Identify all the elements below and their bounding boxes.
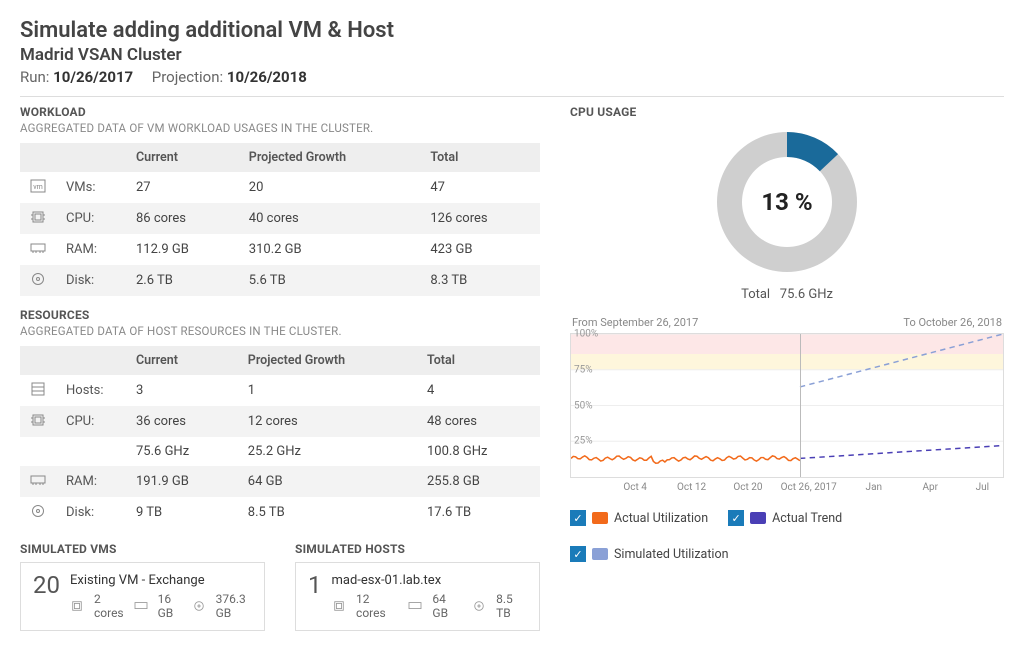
sim-host-title: mad-esx-01.lab.tex [332,573,528,588]
table-row: RAM: 191.9 GB 64 GB 255.8 GB [20,466,540,497]
run-value: 10/26/2017 [53,68,133,86]
legend-label: Actual Utilization [614,511,708,526]
svg-text:vm: vm [33,183,43,191]
legend-label: Actual Trend [772,511,842,526]
cpu-percent-label: 13 % [712,127,862,277]
vm-icon: vm [30,179,46,193]
sim-host-count: 1 [308,573,322,597]
legend-checkbox[interactable]: ✓ [728,510,744,526]
utilization-chart: 25%50%75%100% [570,333,1004,478]
legend-checkbox[interactable]: ✓ [570,546,586,562]
cpu-icon [70,599,84,613]
row-label: RAM: [56,466,126,497]
col-total: Total [420,143,540,172]
table-row: vm VMs: 27 20 47 [20,172,540,203]
sim-vm-specs: 2 cores 16 GB 376.3 GB [70,592,252,620]
col-current: Current [126,346,238,375]
table-row: CPU: 36 cores 12 cores 48 cores [20,406,540,437]
chart-x-axis: Oct 4Oct 12Oct 20Oct 26, 2017JanAprJul [570,482,1004,496]
sim-vm-card[interactable]: 20 Existing VM - Exchange 2 cores 16 GB … [20,562,265,631]
ram-icon [30,241,46,255]
sim-host-card[interactable]: 1 mad-esx-01.lab.tex 12 cores 64 GB 8.5 … [295,562,540,631]
legend-checkbox[interactable]: ✓ [570,510,586,526]
col-total: Total [417,346,540,375]
cpu-icon [30,413,46,427]
cpu-total-value: 75.6 GHz [780,287,833,302]
ram-icon [408,599,423,613]
workload-heading: WORKLOAD [20,105,540,119]
table-row: Hosts: 3 1 4 [20,375,540,406]
row-label: CPU: [56,406,126,437]
run-label: Run: [20,68,49,86]
ram-icon [134,599,148,613]
page-header: Simulate adding additional VM & Host Mad… [20,18,1004,86]
table-row: Disk: 2.6 TB 5.6 TB 8.3 TB [20,265,540,296]
legend-item[interactable]: ✓ Actual Trend [728,510,842,526]
cpu-total-label: Total [741,287,770,302]
table-row: 75.6 GHz 25.2 GHz 100.8 GHz [20,437,540,466]
legend-swatch [750,512,766,524]
divider [20,96,1004,97]
resources-subheading: AGGREGATED DATA OF HOST RESOURCES IN THE… [20,324,540,338]
cluster-name: Madrid VSAN Cluster [20,45,1004,65]
cpu-usage-heading: CPU USAGE [570,105,1004,119]
chart-to-label: To October 26, 2018 [903,316,1002,329]
row-label: CPU: [56,203,126,234]
cpu-icon [30,210,46,224]
table-row: CPU: 86 cores 40 cores 126 cores [20,203,540,234]
row-label: Disk: [56,497,126,528]
sim-vms-heading: SIMULATED VMS [20,542,265,556]
sim-vm-title: Existing VM - Exchange [70,573,252,588]
legend-item[interactable]: ✓ Simulated Utilization [570,546,729,562]
cpu-donut-chart: 13 % Total 75.6 GHz [570,127,1004,302]
row-label: Hosts: [56,375,126,406]
workload-subheading: AGGREGATED DATA OF VM WORKLOAD USAGES IN… [20,121,540,135]
sim-hosts-heading: SIMULATED HOSTS [295,542,540,556]
resources-table: Current Projected Growth Total Hosts: 3 … [20,346,540,528]
legend-label: Simulated Utilization [614,547,729,562]
chart-from-label: From September 26, 2017 [572,316,698,329]
resources-heading: RESOURCES [20,308,540,322]
disk-icon [30,272,46,286]
workload-table: Current Projected Growth Total vm VMs: 2… [20,143,540,296]
cpu-icon [332,599,347,613]
run-info: Run: 10/26/2017 Projection: 10/26/2018 [20,68,1004,86]
table-row: Disk: 9 TB 8.5 TB 17.6 TB [20,497,540,528]
table-row: RAM: 112.9 GB 310.2 GB 423 GB [20,234,540,265]
disk-icon [472,599,487,613]
legend-item[interactable]: ✓ Actual Utilization [570,510,708,526]
col-projected: Projected Growth [238,346,417,375]
ram-icon [30,473,46,487]
legend-swatch [592,548,608,560]
row-label: RAM: [56,234,126,265]
projection-value: 10/26/2018 [227,68,307,86]
page-title: Simulate adding additional VM & Host [20,18,1004,43]
row-label: VMs: [56,172,126,203]
sim-vm-count: 20 [33,573,60,597]
row-label: Disk: [56,265,126,296]
host-icon [30,382,46,396]
sim-host-specs: 12 cores 64 GB 8.5 TB [332,592,528,620]
col-current: Current [126,143,239,172]
projection-label: Projection: [152,68,223,86]
disk-icon [192,599,206,613]
col-projected: Projected Growth [239,143,421,172]
legend-swatch [592,512,608,524]
disk-icon [30,504,46,518]
chart-legend: ✓ Actual Utilization ✓ Actual Trend ✓ Simulat… [570,510,1004,562]
